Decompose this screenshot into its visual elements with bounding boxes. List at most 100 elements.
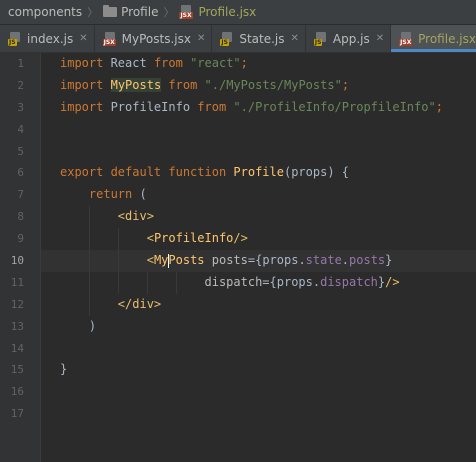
line-number: 11	[10, 275, 24, 289]
code-line[interactable]: 11 dispatch={props.dispatch}/>	[0, 271, 476, 294]
code-line[interactable]: 2 import MyPosts from "./MyPosts/MyPosts"…	[0, 75, 476, 97]
code-line[interactable]: 6 export default function Profile(props) …	[0, 162, 476, 184]
code-text: export default function Profile(props) {	[60, 162, 349, 184]
code-line[interactable]: 8 <div>	[0, 206, 476, 229]
code-token: "./ProfileInfo/PropfileInfo"	[226, 99, 436, 114]
code-token: )	[60, 318, 97, 333]
code-text: }	[60, 359, 67, 381]
code-token: MyPosts	[110, 77, 162, 92]
code-text: import React from "react";	[60, 53, 248, 75]
code-line[interactable]: 16	[0, 381, 476, 403]
code-line[interactable]: 10 <MyPosts posts={props.state.posts}	[0, 250, 476, 272]
code-token: </div>	[117, 296, 162, 311]
line-number: 10	[10, 254, 24, 268]
code-text: )	[60, 316, 96, 338]
breadcrumb-item-components[interactable]: components	[8, 5, 82, 19]
line-number: 13	[10, 319, 24, 333]
line-number: 6	[17, 166, 24, 180]
code-token: posts	[349, 253, 386, 268]
code-token: ProfileInfo	[103, 99, 198, 114]
line-number: 17	[10, 407, 24, 421]
code-text: return (	[60, 184, 147, 206]
code-token: posts	[211, 253, 248, 268]
tab-label: index.js	[27, 31, 74, 46]
code-token: React	[103, 56, 154, 70]
code-token: ={props.	[247, 253, 306, 268]
line-number: 12	[10, 297, 24, 311]
code-token: dispatch	[320, 274, 378, 289]
close-icon[interactable]: ✕	[79, 33, 87, 44]
tab-app-js[interactable]: JS App.js ✕	[306, 25, 392, 52]
code-line[interactable]: 15}	[0, 359, 476, 381]
js-file-icon: JS	[220, 31, 234, 46]
code-token: />	[385, 274, 400, 289]
code-token: return	[88, 187, 133, 202]
code-line[interactable]: 9 <ProfileInfo/>	[0, 228, 476, 251]
code-token: .	[341, 253, 350, 268]
tab-profile-jsx[interactable]: JSXProfile.jsx✕	[391, 25, 476, 52]
code-text: <ProfileInfo/>	[60, 228, 248, 250]
chevron-right-icon: 〉	[163, 6, 175, 19]
close-icon[interactable]: ✕	[291, 33, 299, 44]
code-line[interactable]: 5	[0, 141, 476, 163]
chevron-right-icon: 〉	[87, 6, 99, 19]
tab-index-js[interactable]: JS index.js ✕	[0, 25, 95, 52]
line-number: 4	[17, 122, 24, 136]
editor-tab-bar: JS index.js ✕ JSX MyPosts.jsx ✕ JS State.js ✕ JS A…	[0, 25, 476, 53]
code-text: dispatch={props.dispatch}/>	[60, 272, 400, 294]
code-token: ;	[240, 56, 248, 70]
code-line[interactable]: 13 )	[0, 316, 476, 338]
code-token: ;	[435, 99, 443, 114]
close-icon[interactable]: ✕	[376, 33, 384, 44]
code-text: <div>	[60, 206, 154, 228]
code-token: ;	[341, 77, 350, 92]
line-number: 5	[17, 144, 24, 158]
tab-label: State.js	[239, 31, 285, 46]
breadcrumb-item-profile[interactable]: Profile	[103, 5, 158, 19]
breadcrumb-label: Profile.jsx	[198, 5, 257, 19]
breadcrumb-item-file[interactable]: JSX Profile.jsx	[179, 5, 256, 19]
code-token: import	[60, 99, 104, 114]
code-token: from	[153, 56, 183, 70]
code-line[interactable]: 1 import React from "react";	[0, 53, 476, 75]
folder-icon	[103, 5, 118, 17]
code-line[interactable]: 4	[0, 119, 476, 141]
code-text: </div>	[60, 294, 161, 316]
line-number: 16	[10, 385, 24, 399]
code-token: export default function	[60, 165, 234, 180]
code-text: <MyPosts posts={props.state.posts}	[60, 250, 392, 272]
tab-state-js[interactable]: JS State.js ✕	[212, 25, 306, 52]
code-token: "react"	[182, 56, 241, 70]
close-icon[interactable]: ✕	[197, 33, 205, 44]
code-text: import ProfileInfo from "./ProfileInfo/P…	[60, 97, 443, 119]
tab-myposts-jsx[interactable]: JSX MyPosts.jsx ✕	[95, 25, 213, 52]
code-token: import	[60, 56, 104, 70]
code-token: import	[60, 77, 104, 92]
js-file-icon: JS	[313, 31, 328, 46]
code-line[interactable]: 17	[0, 403, 476, 425]
tab-label: Profile.jsx	[418, 31, 476, 46]
code-token: <div>	[117, 209, 154, 224]
jsx-file-icon: JSX	[102, 31, 117, 46]
code-token: dispatch	[204, 274, 263, 289]
code-token: My	[153, 253, 169, 268]
code-token: (	[132, 187, 147, 202]
tab-label: App.js	[332, 31, 370, 46]
code-line[interactable]: 7 return (	[0, 184, 476, 206]
code-line[interactable]: 14	[0, 338, 476, 360]
line-number: 2	[17, 78, 24, 92]
code-line[interactable]: 3 import ProfileInfo from "./ProfileInfo/…	[0, 97, 476, 119]
code-line[interactable]: 12 </div>	[0, 293, 476, 316]
code-token: ProfileInfo	[153, 231, 234, 246]
code-editor[interactable]: 1 import React from "react"; 2 import MyPos…	[0, 53, 476, 462]
jsx-file-icon: JSX	[179, 5, 193, 19]
line-number: 14	[10, 341, 24, 355]
